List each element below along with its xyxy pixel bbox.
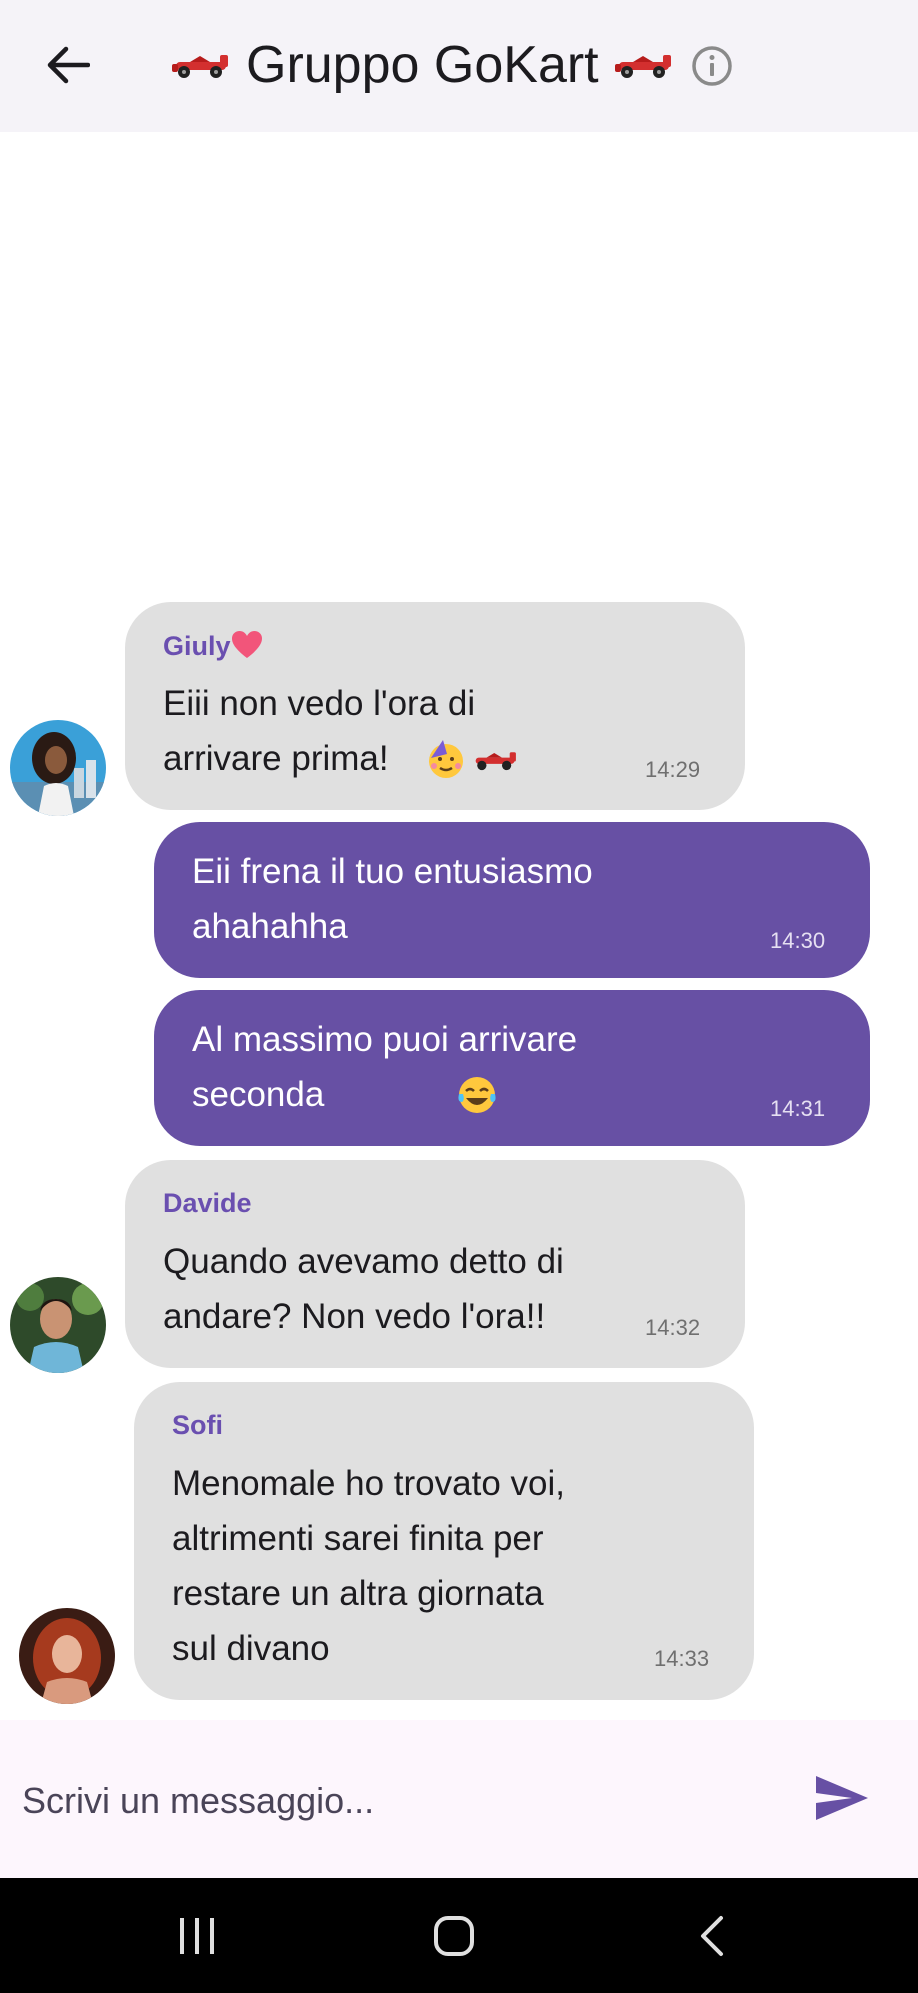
message-time: 14:29 [645,757,701,782]
info-icon[interactable] [690,44,734,88]
chat-title: Gruppo GoKart [246,36,599,94]
chat-screen: Gruppo GoKart Giuly Eiii non vedo l'ora … [0,0,918,1993]
message-text: Al massimo puoi arrivare seconda [192,1020,578,1114]
avatar[interactable] [19,1608,115,1704]
nav-back-icon [701,1916,723,1956]
avatar-sofi-photo [19,1608,115,1704]
home-icon [434,1916,474,1956]
heart-icon [231,631,262,658]
race-car-icon [172,55,228,78]
tears-of-joy-icon [458,1077,496,1113]
send-icon[interactable] [812,1768,872,1828]
message-bubble[interactable]: Al massimo puoi arrivare seconda 14:31 [154,990,870,1146]
chat-title-group: Gruppo GoKart [170,30,675,100]
partying-face-icon [429,740,463,778]
nav-back-button[interactable] [672,1900,752,1972]
message-time: 14:31 [770,1096,826,1121]
message-bubble[interactable]: Giuly Eiii non vedo l'ora di arrivare pr… [125,602,745,810]
app-bar: Gruppo GoKart [0,0,918,132]
avatar[interactable] [10,720,106,816]
message-list[interactable]: Giuly Eiii non vedo l'ora di arrivare pr… [0,132,918,1720]
avatar-giuly-photo [10,720,106,816]
message-time: 14:33 [654,1646,710,1671]
recents-icon [180,1918,214,1954]
message-text: Eii frena il tuo entusiasmo ahahahha [192,852,593,946]
sender-name: Davide [163,1188,252,1218]
race-car-icon [614,55,671,78]
message-bubble[interactable]: Davide Quando avevamo detto di andare? N… [125,1160,745,1368]
message-time: 14:32 [645,1315,701,1340]
sender-name: Sofi [172,1410,223,1440]
system-navigation-bar [0,1878,918,1993]
sender-name: Giuly [163,630,263,662]
race-car-icon [475,752,516,771]
message-text: Menomale ho trovato voi, altrimenti sare… [172,1464,565,1668]
message-text: Quando avevamo detto di andare? Non vedo… [163,1242,564,1336]
avatar-davide-photo [10,1277,106,1373]
arrow-back-icon [47,46,90,84]
message-bubble[interactable]: Eii frena il tuo entusiasmo ahahahha 14:… [154,822,870,978]
message-bubble[interactable]: Sofi Menomale ho trovato voi, altrimenti… [134,1382,754,1700]
recents-button[interactable] [157,1900,237,1972]
home-button[interactable] [414,1900,494,1972]
message-time: 14:30 [770,928,826,953]
avatar[interactable] [10,1277,106,1373]
back-button[interactable] [36,30,100,100]
message-input[interactable] [20,1760,784,1842]
message-composer [0,1720,918,1878]
